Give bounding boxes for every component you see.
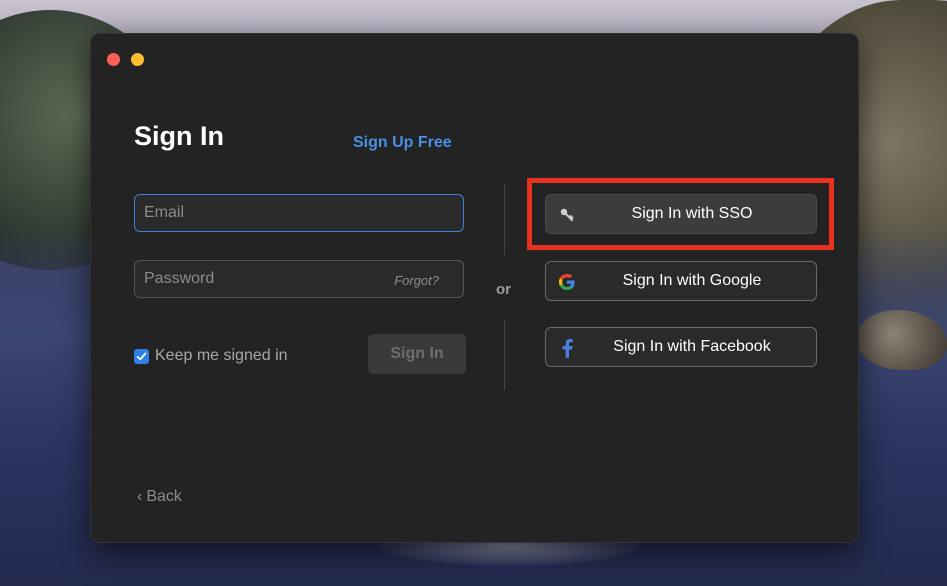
page-title: Sign In <box>134 121 224 151</box>
key-icon <box>556 204 578 226</box>
minimize-window-button[interactable] <box>131 53 144 66</box>
sign-in-window: Sign In Sign Up Free Forgot? Keep me sig… <box>90 33 859 543</box>
keep-signed-in-label: Keep me signed in <box>155 347 288 364</box>
sign-in-facebook-button[interactable]: Sign In with Facebook <box>545 327 817 367</box>
sign-up-free-link[interactable]: Sign Up Free <box>353 134 452 152</box>
checkmark-icon <box>136 352 147 360</box>
keep-signed-in[interactable]: Keep me signed in <box>134 347 288 365</box>
sign-in-button[interactable]: Sign In <box>368 334 466 374</box>
divider-bottom <box>504 320 505 390</box>
divider-top <box>504 183 505 255</box>
sign-in-sso-button[interactable]: Sign In with SSO <box>545 194 817 234</box>
email-field[interactable] <box>134 194 464 232</box>
chevron-left-icon: ‹ <box>137 488 143 505</box>
back-label: Back <box>146 488 182 505</box>
email-input[interactable] <box>135 195 463 231</box>
or-label: or <box>496 281 511 298</box>
facebook-button-label: Sign In with Facebook <box>613 338 771 355</box>
keep-signed-in-checkbox[interactable] <box>134 348 149 364</box>
forgot-password-link[interactable]: Forgot? <box>394 273 439 288</box>
sso-button-label: Sign In with SSO <box>631 205 753 222</box>
facebook-icon <box>556 337 578 359</box>
close-window-button[interactable] <box>107 53 120 66</box>
back-button[interactable]: ‹ Back <box>137 488 182 506</box>
sign-in-google-button[interactable]: Sign In with Google <box>545 261 817 301</box>
google-icon <box>556 271 578 293</box>
google-button-label: Sign In with Google <box>622 272 762 289</box>
password-field[interactable]: Forgot? <box>134 260 464 298</box>
